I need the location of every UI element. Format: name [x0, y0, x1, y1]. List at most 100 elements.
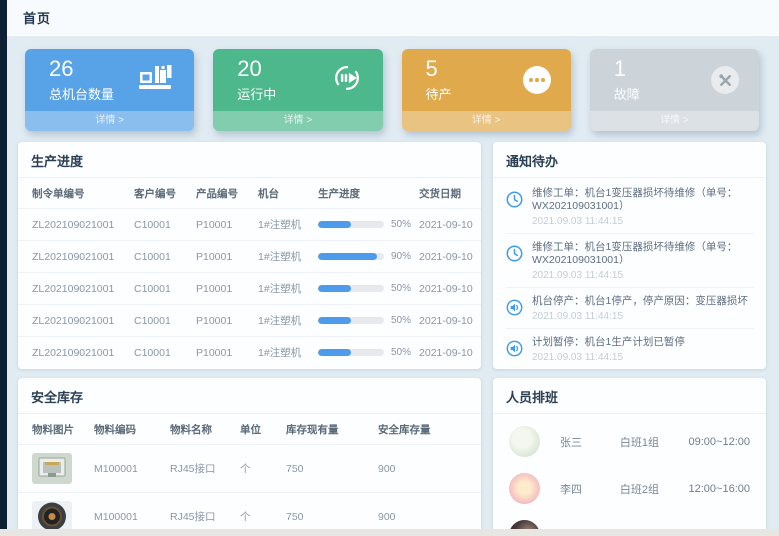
fault-value: 1: [614, 57, 640, 81]
staff-name: 张三: [560, 434, 620, 450]
main-content: 26 总机台数量: [7, 36, 779, 536]
card-total-machines-text: 26 总机台数量: [49, 57, 114, 103]
production-row: ZL202109021001 C10001 P10001 1#注塑机 50% 2…: [18, 209, 481, 241]
cell-date: 2021-09-10: [415, 209, 481, 241]
cell-customer: C10001: [130, 241, 192, 273]
staff-time: 09:00~12:00: [689, 436, 750, 448]
cell-order: ZL202109021001: [18, 273, 130, 305]
col-customer: 客户编号: [130, 178, 192, 209]
notice-text: 计划暂停：机台1生产计划已暂停: [532, 336, 685, 349]
speaker-icon: [505, 295, 524, 322]
running-value: 20: [237, 57, 276, 81]
notice-time: 2021.09.03 11:44:15: [532, 216, 754, 227]
col-safety: 安全库存量: [374, 414, 481, 445]
waiting-detail-link[interactable]: 详情 >: [402, 111, 571, 131]
progress-percent: 50%: [391, 315, 411, 326]
card-fault-body: 1 故障: [590, 49, 759, 111]
stat-cards-row: 26 总机台数量: [25, 49, 759, 131]
cell-order: ZL202109021001: [18, 241, 130, 273]
progress-bar: [318, 221, 384, 228]
notices-panel: 通知待办 维修工单：机台1变压器损坏待维修（单号：WX202109031001）…: [493, 142, 766, 369]
inventory-table: 物料图片 物料编码 物料名称 单位 库存现有量 安全库存量: [18, 414, 481, 536]
cell-date: 2021-09-10: [415, 337, 481, 369]
card-running[interactable]: 20 运行中 详情 >: [213, 49, 382, 131]
progress-bar: [318, 253, 384, 260]
notice-body: 计划暂停：机台1生产计划已暂停 2021.09.03 11:44:15: [532, 336, 685, 363]
card-waiting-body: 5 待产: [402, 49, 571, 111]
notice-body: 维修工单：机台1变压器损坏待维修（单号：WX202109031001） 2021…: [532, 241, 754, 281]
cell-customer: C10001: [130, 273, 192, 305]
notice-item[interactable]: 维修工单：机台1变压器损坏待维修（单号：WX202109031001） 2021…: [505, 234, 754, 288]
schedule-row: 张三 白班1组 09:00~12:00: [509, 418, 750, 465]
card-fault[interactable]: 1 故障 详情 >: [590, 49, 759, 131]
cell-product: P10001: [192, 209, 254, 241]
production-table: 制令单编号 客户编号 产品编号 机台 生产进度 交货日期 ZL202109021…: [18, 178, 481, 368]
fault-label: 故障: [614, 84, 640, 103]
production-row: ZL202109021001 C10001 P10001 1#注塑机 50% 2…: [18, 337, 481, 369]
production-row: ZL202109021001 C10001 P10001 1#注塑机 50% 2…: [18, 273, 481, 305]
safety-stock-title: 安全库存: [18, 378, 481, 414]
col-progress: 生产进度: [314, 178, 415, 209]
staff-schedule-panel: 人员排班 张三 白班1组 09:00~12:00 李四 白班2组 12:00~1…: [493, 378, 766, 536]
notice-list: 维修工单：机台1变压器损坏待维修（单号：WX202109031001） 2021…: [493, 178, 766, 369]
cell-material-image: [18, 445, 90, 493]
avatar: [509, 426, 540, 457]
notice-item[interactable]: 维修工单：机台1变压器损坏待维修（单号：WX202109031001） 2021…: [505, 180, 754, 234]
notice-item[interactable]: 机台停产：机台1停产，停产原因：变压器损坏 2021.09.03 11:44:1…: [505, 288, 754, 329]
cell-customer: C10001: [130, 209, 192, 241]
cell-machine: 1#注塑机: [254, 305, 314, 337]
staff-shift: 白班2组: [620, 481, 689, 497]
progress-percent: 50%: [391, 347, 411, 358]
fault-detail-link[interactable]: 详情 >: [590, 111, 759, 131]
col-order: 制令单编号: [18, 178, 130, 209]
notices-title: 通知待办: [493, 142, 766, 178]
card-waiting-text: 5 待产: [426, 57, 452, 103]
cell-machine: 1#注塑机: [254, 209, 314, 241]
total-machines-detail-link[interactable]: 详情 >: [25, 111, 194, 131]
round-speaker-image: [32, 501, 72, 532]
rj45-connector-image: [32, 453, 72, 484]
cell-order: ZL202109021001: [18, 209, 130, 241]
card-running-body: 20 运行中: [213, 49, 382, 111]
production-progress-title: 生产进度: [18, 142, 481, 178]
clock-icon: [505, 241, 524, 281]
middle-row: 生产进度 制令单编号 客户编号 产品编号 机台 生产进度 交货日期: [18, 142, 766, 369]
card-fault-text: 1 故障: [614, 57, 640, 103]
waiting-value: 5: [426, 57, 452, 81]
cell-customer: C10001: [130, 305, 192, 337]
col-product: 产品编号: [192, 178, 254, 209]
notice-item[interactable]: 计划暂停：机台1生产计划已暂停 2021.09.03 11:44:15: [505, 329, 754, 369]
schedule-list: 张三 白班1组 09:00~12:00 李四 白班2组 12:00~16:00 …: [493, 414, 766, 536]
cell-order: ZL202109021001: [18, 337, 130, 369]
inventory-header-row: 物料图片 物料编码 物料名称 单位 库存现有量 安全库存量: [18, 414, 481, 445]
inventory-row: M100001 RJ45接口 个 750 900: [18, 445, 481, 493]
cell-safety: 900: [374, 445, 481, 493]
card-waiting[interactable]: 5 待产 详情 >: [402, 49, 571, 131]
waiting-label: 待产: [426, 84, 452, 103]
cell-product: P10001: [192, 241, 254, 273]
col-machine: 机台: [254, 178, 314, 209]
production-row: ZL202109021001 C10001 P10001 1#注塑机 90% 2…: [18, 241, 481, 273]
bottom-row: 安全库存 物料图片 物料编码 物料名称 单位 库存现有量 安全库存量: [18, 378, 766, 536]
notice-time: 2021.09.03 11:44:15: [532, 311, 748, 322]
collapsed-sidebar[interactable]: [0, 0, 7, 529]
card-total-machines[interactable]: 26 总机台数量: [25, 49, 194, 131]
col-unit: 单位: [236, 414, 282, 445]
cell-machine: 1#注塑机: [254, 273, 314, 305]
production-progress-panel: 生产进度 制令单编号 客户编号 产品编号 机台 生产进度 交货日期: [18, 142, 481, 369]
staff-time: 12:00~16:00: [689, 483, 750, 495]
cell-customer: C10001: [130, 337, 192, 369]
schedule-row: 李四 白班2组 12:00~16:00: [509, 465, 750, 512]
tab-bar: 首页: [7, 0, 779, 36]
tab-home[interactable]: 首页: [23, 8, 51, 27]
machine-icon: [138, 64, 174, 96]
notice-time: 2021.09.03 11:44:15: [532, 270, 754, 281]
progress-percent: 90%: [391, 251, 411, 262]
cell-product: P10001: [192, 273, 254, 305]
card-total-machines-body: 26 总机台数量: [25, 49, 194, 111]
progress-bar: [318, 285, 384, 292]
production-header-row: 制令单编号 客户编号 产品编号 机台 生产进度 交货日期: [18, 178, 481, 209]
card-running-text: 20 运行中: [237, 57, 276, 103]
safety-stock-panel: 安全库存 物料图片 物料编码 物料名称 单位 库存现有量 安全库存量: [18, 378, 481, 536]
running-detail-link[interactable]: 详情 >: [213, 111, 382, 131]
